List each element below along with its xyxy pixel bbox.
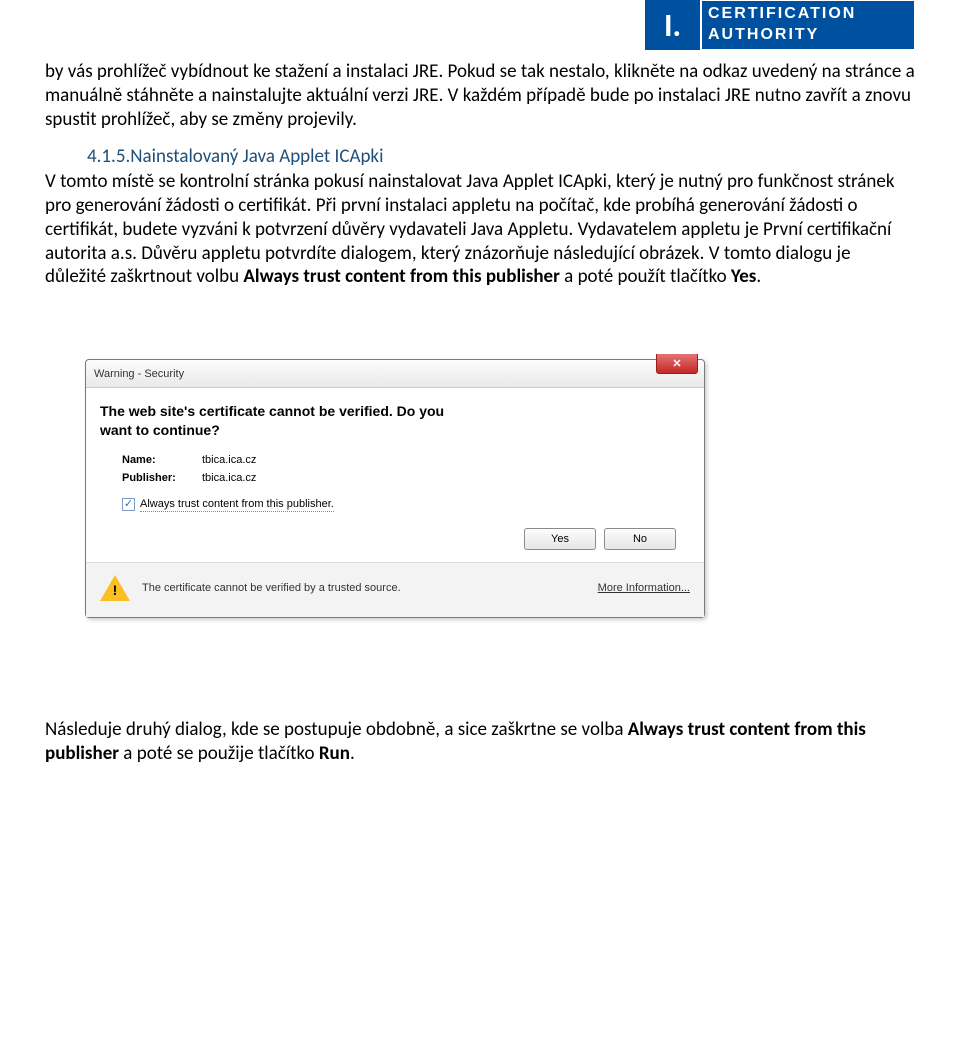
- always-trust-row: ✓ Always trust content from this publish…: [100, 498, 690, 512]
- always-trust-label: Always trust content from this publisher…: [140, 498, 334, 512]
- logo-line1: CERTIFICATION: [708, 4, 914, 25]
- brand-logo: I. CERTIFICATION AUTHORITY: [645, 0, 915, 50]
- dialog-title: Warning - Security: [94, 368, 184, 380]
- dialog-heading-line2: want to continue?: [100, 421, 690, 440]
- para2-e: .: [756, 265, 761, 288]
- logo-line2: AUTHORITY: [708, 25, 914, 46]
- section-number: 4.1.5.: [87, 145, 130, 168]
- para2-d: Yes: [731, 265, 757, 288]
- para2-c: a poté použít tlačítko: [560, 265, 731, 288]
- name-label: Name:: [122, 454, 202, 466]
- dialog-titlebar: Warning - Security ✕: [86, 360, 704, 388]
- followup-paragraph: Následuje druhý dialog, kde se postupuje…: [45, 718, 915, 766]
- logo-mark: I.: [645, 0, 700, 50]
- bottom-d: Run: [319, 742, 350, 765]
- section-heading: 4.1.5.Nainstalovaný Java Applet ICApki: [45, 145, 915, 168]
- security-dialog-screenshot: Warning - Security ✕ The web site's cert…: [85, 359, 915, 618]
- more-information-link[interactable]: More Information...: [598, 582, 690, 594]
- dialog-footer: The certificate cannot be verified by a …: [86, 562, 704, 617]
- no-button[interactable]: No: [604, 528, 676, 550]
- section-title-text: Nainstalovaný Java Applet ICApki: [130, 145, 383, 168]
- dialog-heading-line1: The web site's certificate cannot be ver…: [100, 402, 690, 421]
- always-trust-checkbox[interactable]: ✓: [122, 498, 135, 511]
- para2-b: Always trust content from this publisher: [243, 265, 559, 288]
- button-row: Yes No: [100, 512, 690, 562]
- name-value: tbica.ica.cz: [202, 454, 256, 466]
- footer-text: The certificate cannot be verified by a …: [142, 582, 586, 594]
- yes-button[interactable]: Yes: [524, 528, 596, 550]
- publisher-label: Publisher:: [122, 472, 202, 484]
- logo-text: CERTIFICATION AUTHORITY: [700, 0, 915, 50]
- close-icon: ✕: [672, 357, 681, 370]
- name-row: Name: tbica.ica.cz: [100, 454, 690, 466]
- security-dialog: Warning - Security ✕ The web site's cert…: [85, 359, 705, 618]
- dialog-heading: The web site's certificate cannot be ver…: [100, 402, 690, 440]
- bottom-c: a poté se použije tlačítko: [119, 742, 319, 765]
- dialog-body: The web site's certificate cannot be ver…: [86, 388, 704, 562]
- publisher-value: tbica.ica.cz: [202, 472, 256, 484]
- publisher-row: Publisher: tbica.ica.cz: [100, 472, 690, 484]
- section-paragraph: V tomto místě se kontrolní stránka pokus…: [45, 170, 915, 289]
- warning-icon: [100, 573, 130, 603]
- bottom-e: .: [350, 742, 355, 765]
- bottom-a: Následuje druhý dialog, kde se postupuje…: [45, 718, 628, 741]
- close-button[interactable]: ✕: [656, 354, 698, 374]
